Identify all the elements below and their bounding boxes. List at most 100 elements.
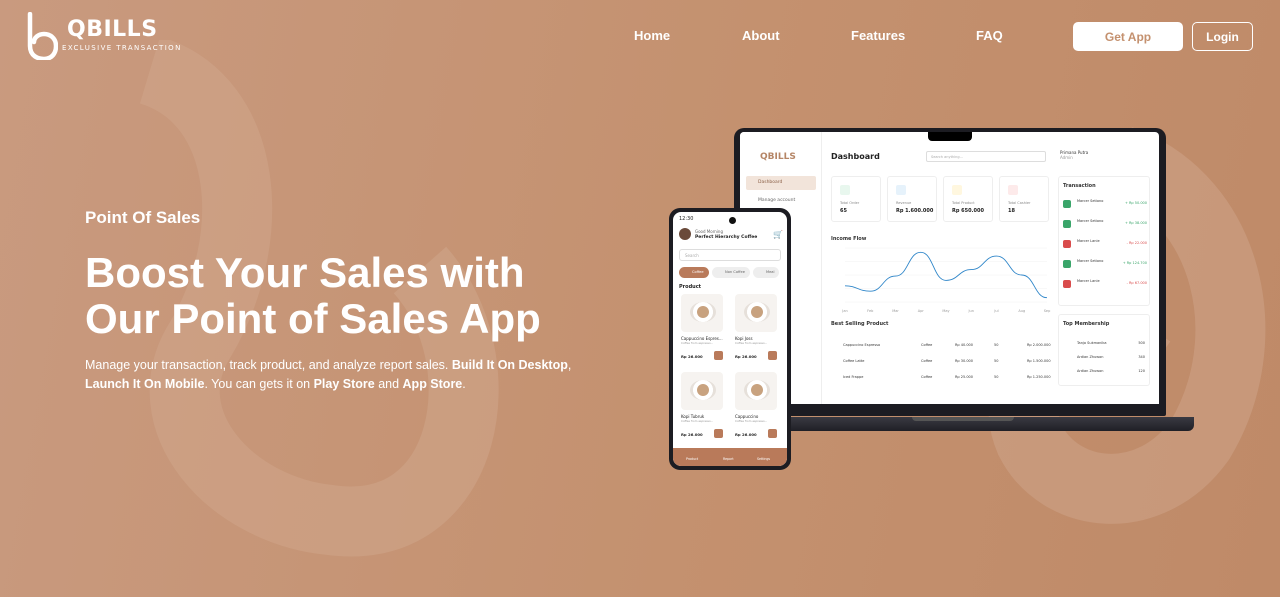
add-to-cart-button[interactable] [714, 429, 723, 438]
laptop-groove [912, 417, 1014, 421]
transaction-title: Transaction [1063, 183, 1096, 189]
tx-name: Marcer Setiono [1077, 259, 1104, 263]
product-card[interactable]: Kopi Joss Coffee from espresso... Rp 26.… [733, 294, 780, 369]
desc-bold: Launch It On Mobile [85, 377, 205, 391]
x-tick-label: Feb [867, 309, 874, 313]
x-tick-label: Jun [968, 309, 974, 313]
list-item[interactable]: Marcer Setiono + Rp 38.000 [1063, 217, 1147, 231]
desc-text: . [462, 377, 466, 391]
laptop-camera-notch [928, 132, 972, 141]
product-total: Rp 2.000.000 [1027, 343, 1051, 347]
income-icon [1063, 260, 1071, 268]
tx-amount: + Rp 38.000 [1124, 221, 1147, 225]
brand-tagline: EXCLUSIVE TRANSACTION [62, 44, 182, 52]
tx-amount: - Rp 67.000 [1126, 281, 1147, 285]
desc-text: . You can gets it on [204, 377, 314, 391]
chip-coffee[interactable]: Coffee [679, 267, 709, 278]
tab-product[interactable]: Product [686, 457, 698, 461]
desc-text: and [374, 377, 403, 391]
status-time: 12:30 [679, 216, 694, 222]
x-tick-label: Jul [993, 309, 998, 313]
tx-name: Marcer Lanie [1077, 279, 1100, 283]
income-icon [1063, 220, 1071, 228]
income-icon [1063, 200, 1071, 208]
add-to-cart-button[interactable] [714, 351, 723, 360]
dashboard-search-input[interactable]: Search anything... [926, 151, 1046, 162]
dashboard-logo: QBILLS [760, 152, 796, 162]
best-selling-title: Best Selling Product [831, 321, 889, 327]
product-category: Coffee [921, 343, 933, 347]
nav-faq[interactable]: FAQ [976, 28, 1003, 43]
stat-card-orders: Total Order 65 [831, 176, 881, 222]
cart-icon[interactable]: 🛒 [773, 230, 783, 239]
get-app-button[interactable]: Get App [1073, 22, 1183, 51]
list-item[interactable]: Marcer Lanie - Rp 22.000 [1063, 237, 1147, 251]
login-button[interactable]: Login [1192, 22, 1253, 51]
sidebar-item-manage-account[interactable]: Manage account [746, 194, 816, 208]
product-card[interactable]: Cappuccino Coffee from espresso... Rp 26… [733, 372, 780, 447]
list-item[interactable]: Ardian Zhuwon 120 [1063, 369, 1147, 379]
laptop-mockup: QBILLS Dashboard Manage account Dashboar… [728, 128, 1194, 438]
product-image [735, 372, 777, 410]
member-name: Ardian Zhuwon [1077, 369, 1104, 373]
nav-home[interactable]: Home [634, 28, 670, 43]
member-points: 500 [1138, 341, 1145, 345]
product-desc: Coffee from espresso... [735, 419, 768, 423]
product-qty: 50 [994, 375, 999, 379]
phone-camera [729, 217, 736, 224]
x-tick-label: Jan [841, 309, 847, 313]
expense-icon [1063, 240, 1071, 248]
tab-settings[interactable]: Settings [757, 457, 770, 461]
list-item[interactable]: Marcer Setiono + Rp 50.000 [1063, 197, 1147, 211]
top-navbar: QBILLS EXCLUSIVE TRANSACTION Home About … [0, 0, 1280, 74]
product-card[interactable]: Kopi Tubruk Coffee from espresso... Rp 2… [679, 372, 726, 447]
table-row[interactable]: Iced Frappe Coffee Rp 25.000 50 Rp 1.250… [831, 373, 1053, 383]
product-qty: 50 [994, 343, 999, 347]
stat-value: 65 [840, 208, 847, 214]
table-row[interactable]: Coffee Latte Coffee Rp 30.000 50 Rp 1.50… [831, 357, 1053, 367]
profile[interactable]: Primana Putra Admin [1060, 150, 1088, 160]
nav-features[interactable]: Features [851, 28, 905, 43]
hero-eyebrow: Point Of Sales [85, 208, 201, 227]
tab-report[interactable]: Report [723, 457, 734, 461]
product-desc: Coffee from espresso... [681, 341, 714, 345]
product-qty: 50 [994, 359, 999, 363]
add-to-cart-button[interactable] [768, 429, 777, 438]
product-image [735, 294, 777, 332]
orders-icon [840, 185, 850, 195]
chip-non-coffee[interactable]: Non Coffee [712, 267, 750, 278]
add-to-cart-button[interactable] [768, 351, 777, 360]
mobile-search-input[interactable]: Search [679, 249, 781, 261]
list-item[interactable]: Tanjo Sukmanika 500 [1063, 341, 1147, 351]
income-flow-title: Income Flow [831, 236, 867, 242]
product-name: Cappuccino Espresso [843, 343, 881, 347]
product-name: Coffee Latte [843, 359, 865, 363]
table-row[interactable]: Cappuccino Espresso Coffee Rp 40.000 50 … [831, 341, 1053, 351]
membership-title: Top Membership [1063, 321, 1110, 327]
tx-name: Marcer Setiono [1077, 199, 1104, 203]
qbills-logo-icon [27, 12, 58, 60]
x-tick-label: May [942, 309, 949, 313]
stat-value: Rp 650.000 [952, 208, 984, 214]
tx-name: Marcer Lanie [1077, 239, 1100, 243]
store-name: Perfect Hierarchy Coffee [695, 235, 758, 240]
chip-meal[interactable]: Meal [753, 267, 779, 278]
brand-logo[interactable]: QBILLS EXCLUSIVE TRANSACTION [24, 12, 184, 62]
laptop-lid: QBILLS Dashboard Manage account Dashboar… [734, 128, 1166, 416]
dashboard-title: Dashboard [831, 152, 880, 161]
product-card[interactable]: Cappuccino Espres... Coffee from espress… [679, 294, 726, 369]
tx-name: Marcer Setiono [1077, 219, 1104, 223]
list-item[interactable]: Marcer Lanie - Rp 67.000 [1063, 277, 1147, 291]
sidebar-item-dashboard[interactable]: Dashboard [746, 176, 816, 190]
list-item[interactable]: Ardian Zhuwon 340 [1063, 355, 1147, 365]
avatar[interactable] [679, 228, 691, 240]
transaction-panel: Transaction Marcer Setiono + Rp 50.000 M… [1058, 176, 1150, 306]
list-item[interactable]: Marcer Setiono + Rp 124.700 [1063, 257, 1147, 271]
x-tick-label: Apr [918, 309, 925, 313]
nav-about[interactable]: About [742, 28, 780, 43]
x-tick-label: Sep [1044, 309, 1051, 313]
product-price: Rp 40.000 [955, 343, 974, 347]
product-section-title: Product [679, 284, 702, 290]
product-category: Coffee [921, 375, 933, 379]
product-price: Rp 26.000 [735, 432, 757, 437]
